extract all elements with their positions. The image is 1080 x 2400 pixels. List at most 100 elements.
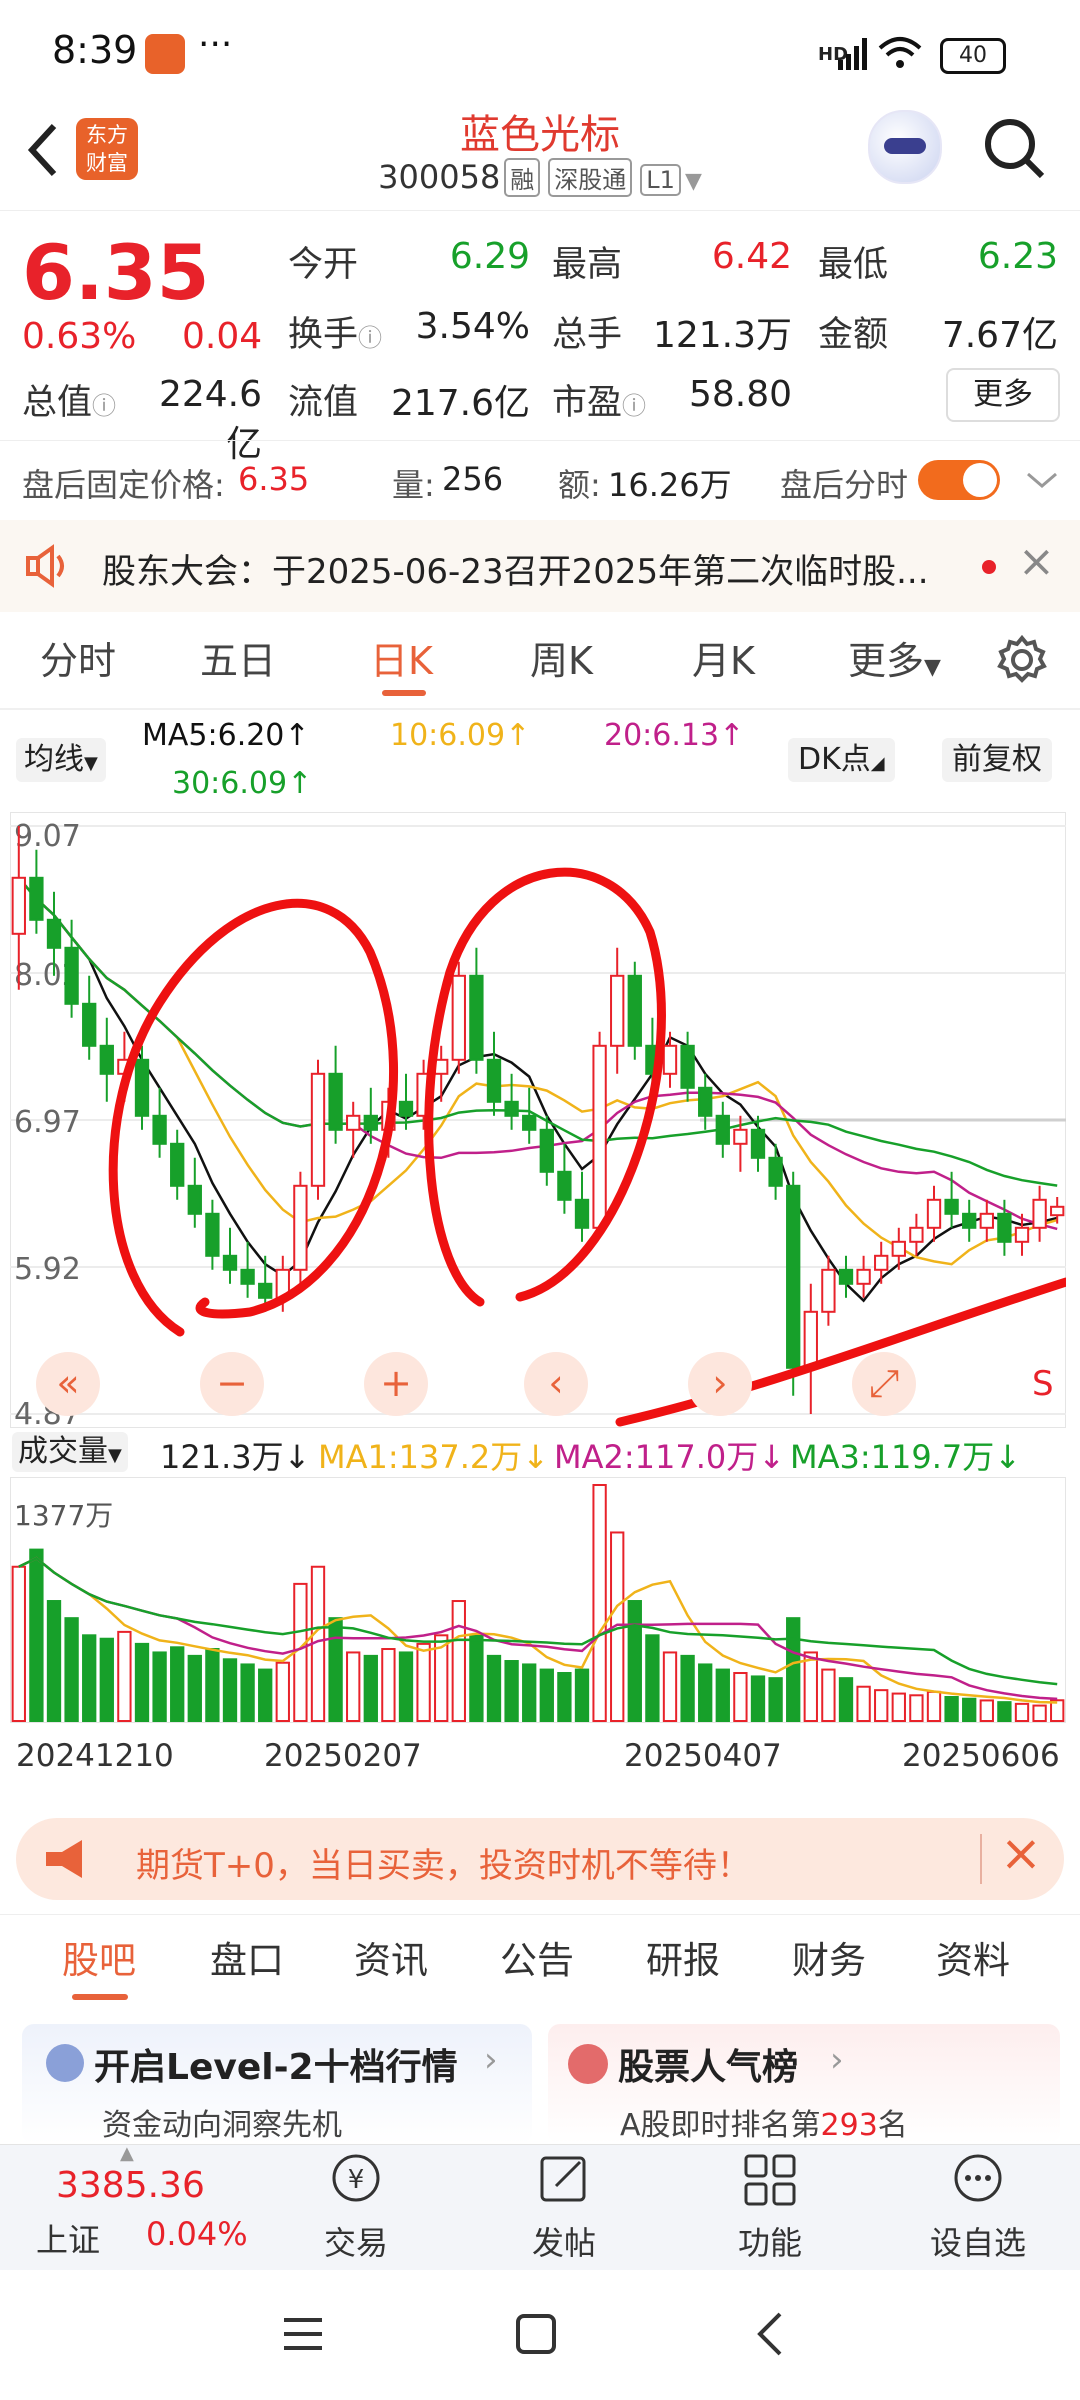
y-tick-label: 5.92	[14, 1252, 81, 1287]
candle-up	[1032, 1198, 1047, 1229]
tab-forum[interactable]: 股吧	[62, 1930, 136, 1984]
volume-bar-down	[170, 1646, 185, 1722]
ad-banner[interactable]: 期货T+0，当日买卖，投资时机不等待！ ×	[16, 1818, 1064, 1900]
candle-up	[821, 1268, 836, 1313]
vol-ma1: MA1:137.2万↓	[318, 1438, 550, 1476]
tab-announcements[interactable]: 公告	[500, 1930, 574, 1984]
volume-bar-up	[416, 1642, 431, 1723]
menu-icon[interactable]	[280, 2314, 326, 2354]
ma-selector[interactable]: 均线▼	[16, 738, 106, 782]
index-value[interactable]: 3385.36	[56, 2165, 205, 2206]
search-icon[interactable]	[980, 114, 1050, 184]
candle-down	[786, 1184, 801, 1369]
volume-ymax-label: 1377万	[14, 1499, 114, 1532]
info-icon[interactable]: ⓘ	[92, 392, 116, 420]
robot-assistant-icon[interactable]	[868, 110, 942, 184]
tab-daily-k[interactable]: 日K	[370, 630, 433, 685]
index-name[interactable]: 上证	[36, 2215, 100, 2261]
info-icon[interactable]: ⓘ	[622, 392, 646, 420]
add-watchlist-button[interactable]: 设自选	[918, 2218, 1038, 2264]
candle-down	[680, 1044, 695, 1089]
ma5-value: MA5:6.20↑	[142, 718, 310, 753]
ma30-line	[17, 876, 1058, 1187]
candle-up	[346, 1114, 361, 1131]
vol-ma2: MA2:117.0万↓	[554, 1438, 786, 1476]
notice-bar[interactable]: 股东大会：于2025-06-23召开2025年第二次临时股... ×	[0, 520, 1080, 612]
step-back-button[interactable]: ‹	[524, 1352, 588, 1416]
volume-bar-up	[891, 1692, 906, 1722]
candle-down	[574, 1198, 590, 1229]
signal-s-marker[interactable]: S	[1032, 1364, 1054, 1404]
stock-header: 东方财富 蓝色光标 300058 融深股通 L1 ▼	[0, 100, 1080, 211]
volume-bar-down	[522, 1663, 537, 1722]
candle-down	[134, 1058, 150, 1117]
index-change[interactable]: 0.04%	[146, 2215, 248, 2253]
tab-intraday[interactable]: 分时	[40, 630, 116, 685]
change-amount: 0.04	[182, 316, 263, 357]
indicator-selector[interactable]: 成交量▼	[12, 1432, 128, 1472]
tab-monthly-k[interactable]: 月K	[692, 630, 755, 685]
tab-research[interactable]: 研报	[646, 1930, 720, 1984]
candle-down	[627, 974, 642, 1047]
volume-bar-down	[486, 1654, 502, 1722]
tab-order-book[interactable]: 盘口	[210, 1930, 284, 1984]
y-tick-label: 6.97	[14, 1105, 81, 1140]
after-hours-vol: 256	[442, 460, 504, 498]
tab-profile[interactable]: 资料	[936, 1930, 1010, 1984]
functions-button[interactable]: 功能	[710, 2218, 830, 2264]
megaphone-icon	[46, 1840, 82, 1878]
stock-code: 300058	[378, 158, 501, 196]
volume-bar-down	[627, 1600, 642, 1722]
after-hours-toggle[interactable]	[918, 460, 1000, 500]
tab-weekly-k[interactable]: 周K	[530, 630, 593, 685]
dk-point-button[interactable]: DK点◢	[788, 738, 895, 782]
candle-up	[1050, 1205, 1065, 1217]
info-icon[interactable]: ⓘ	[358, 324, 382, 352]
dropdown-icon[interactable]: ▼	[685, 169, 702, 194]
watchlist-icon[interactable]	[948, 2150, 1008, 2208]
label-float-cap: 流值	[288, 383, 359, 423]
trade-icon[interactable]: ¥	[326, 2150, 386, 2208]
unread-dot	[982, 560, 996, 574]
tab-five-day[interactable]: 五日	[200, 630, 276, 685]
tab-news[interactable]: 资讯	[354, 1930, 428, 1984]
post-icon[interactable]	[534, 2150, 594, 2208]
gear-icon[interactable]	[996, 634, 1048, 686]
zoom-out-button[interactable]: −	[200, 1352, 264, 1416]
candle-down	[469, 974, 484, 1061]
close-icon[interactable]: ×	[1018, 536, 1055, 587]
trade-button[interactable]: 交易	[296, 2218, 416, 2264]
chevron-down-icon[interactable]	[1024, 468, 1060, 492]
step-forward-button[interactable]: ›	[688, 1352, 752, 1416]
more-button[interactable]: 更多	[946, 368, 1060, 422]
volume-bar-down	[539, 1668, 554, 1722]
candle-down	[29, 876, 44, 921]
fullscreen-button[interactable]: ⤢	[852, 1352, 916, 1416]
label-turnover: 换手ⓘ	[288, 315, 383, 355]
volume-bar-up	[346, 1651, 361, 1723]
zoom-in-button[interactable]: +	[364, 1352, 428, 1416]
volume-bar-down	[574, 1668, 590, 1722]
promo-subtitle: 资金动向洞察先机	[102, 2108, 342, 2143]
back-nav-icon[interactable]	[752, 2310, 788, 2358]
connect-tag: 深股通	[548, 158, 633, 197]
post-button[interactable]: 发帖	[504, 2218, 624, 2264]
active-tab-indicator	[382, 690, 426, 696]
scroll-left-button[interactable]: «	[36, 1352, 100, 1416]
app-notification-icon	[145, 34, 185, 74]
home-icon[interactable]	[514, 2312, 558, 2356]
popularity-promo-card[interactable]: 股票人气榜 › A股即时排名第293名	[548, 2024, 1060, 2144]
volume-chart[interactable]	[10, 1477, 1066, 1723]
tab-more[interactable]: 更多▼	[848, 630, 941, 685]
close-icon[interactable]: ×	[1000, 1824, 1042, 1882]
volume-bar-up	[874, 1689, 889, 1723]
after-hours-amt: 16.26万	[608, 466, 732, 504]
active-tab-indicator	[72, 1994, 128, 2000]
adjust-button[interactable]: 前复权	[942, 738, 1052, 782]
level-tag: L1	[640, 164, 681, 196]
level2-promo-card[interactable]: 开启Level-2十档行情 › 资金动向洞察先机	[22, 2024, 532, 2144]
volume-bar-up	[381, 1648, 396, 1722]
kline-chart[interactable]: 9.078.026.975.924.87	[10, 812, 1066, 1428]
tab-finance[interactable]: 财务	[792, 1930, 866, 1984]
functions-icon[interactable]	[740, 2150, 800, 2208]
